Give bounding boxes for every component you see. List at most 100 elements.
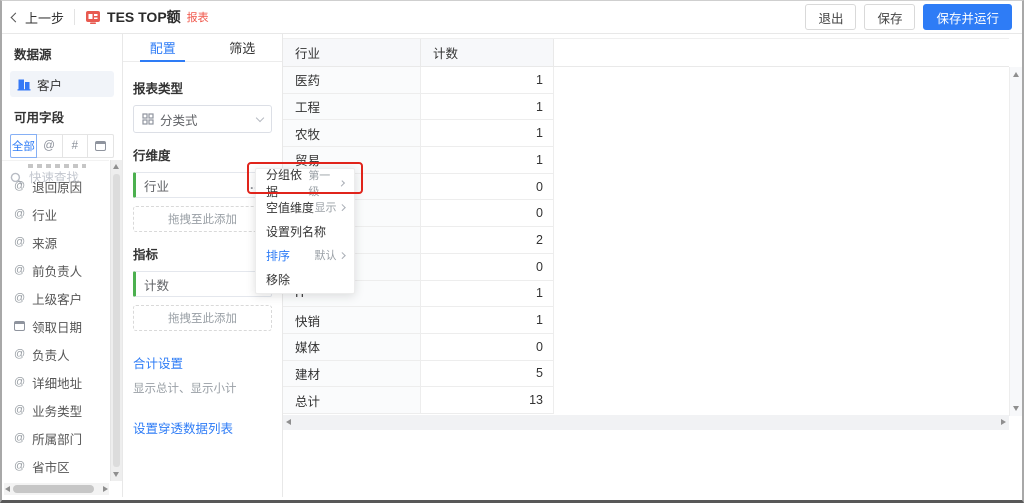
tab-filter[interactable]: 筛选	[203, 34, 283, 61]
sidebar-horizontal-scrollbar[interactable]	[4, 483, 109, 495]
table-cell-dimension: 建材	[283, 360, 421, 388]
scrollbar-thumb[interactable]	[113, 174, 120, 467]
table-row: 0	[283, 200, 1009, 228]
row-dimension-chip[interactable]: 行业	[133, 172, 272, 198]
field-list: @ 退回原因 @ 行业 @ 来源 @ 前负责人 @ 上级客户 领取日期 @ 负责人 @ 详细地址 @ 业务类型 @…	[2, 160, 109, 481]
grid-icon	[142, 113, 154, 125]
sidebar-vertical-scrollbar[interactable]	[110, 160, 122, 481]
field-item[interactable]: @ 上级客户	[2, 284, 109, 312]
field-item[interactable]: @ 所属部门	[2, 424, 109, 452]
scrollbar-thumb[interactable]	[13, 485, 94, 493]
table-cell-dimension: 工程	[283, 93, 421, 121]
scroll-left-arrow-icon[interactable]	[286, 419, 291, 425]
field-item-partially-scrolled[interactable]	[28, 164, 86, 168]
table-cell-value: 2	[421, 227, 554, 254]
scroll-down-arrow-icon[interactable]	[113, 472, 119, 477]
field-item[interactable]: @ 退回原因	[2, 172, 109, 200]
field-label: 领取日期	[32, 320, 83, 335]
table-row: 农牧 1	[283, 120, 1009, 148]
row-dimension-dropzone[interactable]: 拖拽至此添加	[133, 206, 272, 232]
fields-heading: 可用字段	[14, 111, 65, 125]
filter-tab[interactable]: @	[35, 134, 63, 158]
field-item[interactable]: @ 负责人	[2, 340, 109, 368]
back-button[interactable]: 上一步	[10, 8, 64, 27]
table-cell-value: 5	[421, 360, 554, 388]
at-icon: @	[14, 376, 26, 388]
column-header-filler	[554, 39, 1009, 67]
report-icon	[86, 11, 101, 24]
context-menu: 分组依据 第一级 空值维度 显示 设置列名称 排序 默认 移除	[255, 168, 355, 294]
report-type-tag: 报表	[186, 12, 209, 24]
menu-item-label: 分组依据	[266, 168, 303, 199]
table-row: 媒体 0	[283, 333, 1009, 361]
field-label: 前负责人	[32, 264, 83, 279]
building-icon	[17, 79, 31, 91]
scroll-up-arrow-icon[interactable]	[113, 164, 119, 169]
field-item[interactable]: @ 业务类型	[2, 396, 109, 424]
scroll-right-arrow-icon[interactable]	[1001, 419, 1006, 425]
at-icon: @	[14, 460, 26, 472]
row-dimension-field-label: 行业	[144, 179, 170, 194]
table-cell-value: 1	[421, 120, 554, 148]
submenu-chevron-icon	[338, 251, 345, 259]
menu-item-value: 默认	[315, 247, 345, 263]
calendar-icon	[14, 321, 25, 331]
field-label: 上级客户	[32, 292, 83, 307]
scroll-left-arrow-icon[interactable]	[5, 485, 10, 492]
report-title-group: TES TOP额 报表	[85, 7, 209, 27]
menu-item[interactable]: 设置列名称	[256, 219, 354, 243]
filter-tab[interactable]: 全部	[10, 134, 37, 158]
drill-through-link[interactable]: 设置穿透数据列表	[133, 418, 272, 437]
metrics-label: 指标	[133, 248, 159, 262]
field-item[interactable]: @ 来源	[2, 228, 109, 256]
table-cell-value: 0	[421, 253, 554, 281]
menu-item[interactable]: 移除	[256, 267, 354, 291]
metric-chip[interactable]: 计数	[133, 271, 272, 297]
report-type-select[interactable]: 分类式	[133, 105, 272, 133]
scroll-up-arrow-icon[interactable]	[1012, 72, 1019, 77]
filter-tab[interactable]: #	[61, 134, 89, 158]
at-icon: @	[14, 292, 26, 304]
tab-config[interactable]: 配置	[123, 34, 203, 62]
main-horizontal-scrollbar[interactable]	[283, 415, 1009, 430]
save-button[interactable]: 保存	[864, 4, 916, 30]
total-settings-link[interactable]: 合计设置	[133, 353, 272, 372]
menu-item[interactable]: 空值维度 显示	[256, 195, 354, 219]
menu-item[interactable]: 排序 默认	[256, 243, 354, 267]
field-label: 行业	[32, 208, 58, 223]
table-row: 医药 1	[283, 67, 1009, 94]
menu-item-label: 空值维度	[266, 200, 315, 215]
toolbar-buttons: 退出 保存 保存并运行	[805, 4, 1012, 30]
scroll-right-arrow-icon[interactable]	[103, 485, 108, 492]
config-tabs: 配置 筛选	[123, 34, 282, 62]
main-vertical-scrollbar[interactable]	[1009, 67, 1022, 416]
datasource-item-customer[interactable]: 客户	[10, 71, 114, 97]
menu-item-value: 显示	[315, 199, 345, 215]
save-and-run-button[interactable]: 保存并运行	[923, 4, 1012, 30]
table-row: 建材 5	[283, 360, 1009, 388]
field-item[interactable]: @ 行业	[2, 200, 109, 228]
menu-item[interactable]: 分组依据 第一级	[256, 168, 354, 199]
table-cell-value: 0	[421, 333, 554, 361]
filter-tab-calendar[interactable]	[87, 134, 114, 158]
field-item[interactable]: 领取日期	[2, 312, 109, 340]
field-item[interactable]: @ 详细地址	[2, 368, 109, 396]
submenu-chevron-icon	[338, 203, 345, 211]
field-item[interactable]: @ 前负责人	[2, 256, 109, 284]
field-label: 负责人	[32, 348, 70, 363]
total-settings-description: 显示总计、显示小计	[133, 383, 237, 395]
field-item[interactable]: @ 省市区	[2, 452, 109, 480]
row-dimension-label: 行维度	[133, 149, 171, 163]
at-icon: @	[14, 348, 26, 360]
at-icon: @	[14, 180, 26, 192]
field-label: 详细地址	[32, 376, 83, 391]
table-row: 快销 1	[283, 307, 1009, 334]
metric-dropzone[interactable]: 拖拽至此添加	[133, 305, 272, 331]
calendar-icon	[95, 141, 107, 151]
exit-button[interactable]: 退出	[805, 4, 857, 30]
scroll-down-arrow-icon[interactable]	[1012, 406, 1019, 411]
datasource-heading: 数据源	[14, 48, 52, 62]
result-table: 行业 计数 医药1工程1农牧1贸易10020IT1快销1媒体0建材5总计13	[283, 38, 1009, 414]
table-cell-dimension: 总计	[283, 387, 421, 414]
table-row: 2	[283, 227, 1009, 254]
